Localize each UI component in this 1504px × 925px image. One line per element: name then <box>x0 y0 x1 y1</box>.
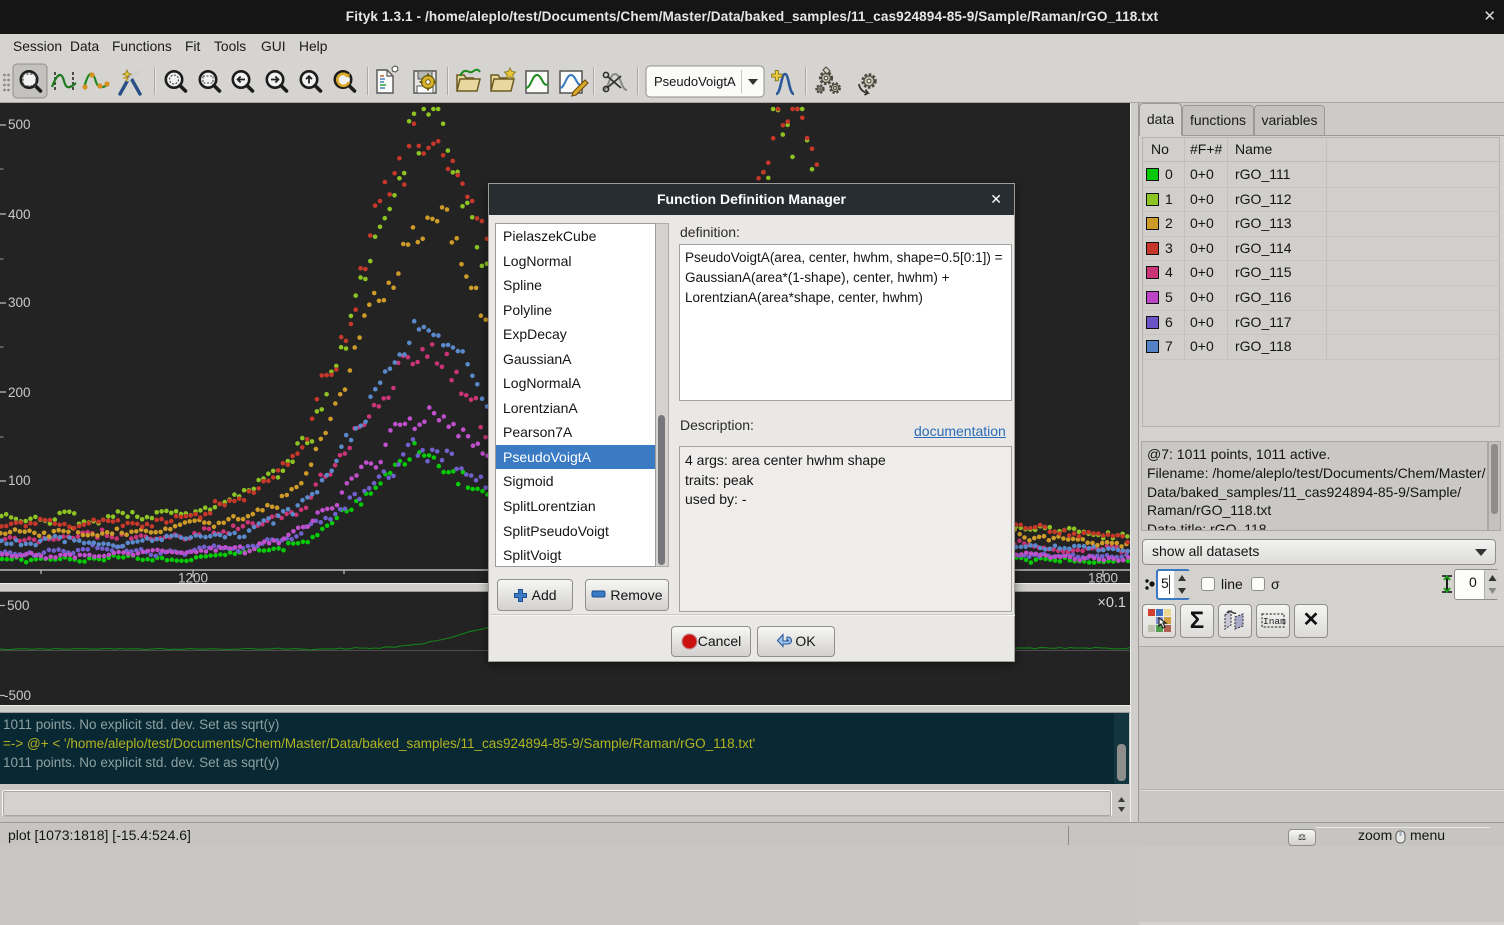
svg-text:100: 100 <box>8 473 31 488</box>
svg-text:400: 400 <box>8 207 31 222</box>
svg-text:×0.1: ×0.1 <box>1097 595 1126 611</box>
svg-text:500: 500 <box>8 117 31 132</box>
svg-text:Inam: Inam <box>1263 616 1286 627</box>
svg-text:500: 500 <box>7 598 30 613</box>
svg-text:200: 200 <box>8 385 31 400</box>
svg-text:300: 300 <box>8 295 31 310</box>
svg-text:1200: 1200 <box>178 571 208 584</box>
svg-text:1800: 1800 <box>1088 571 1118 584</box>
svg-text:-500: -500 <box>4 688 31 703</box>
svg-text:PseudoVoigtA: PseudoVoigtA <box>654 74 736 89</box>
